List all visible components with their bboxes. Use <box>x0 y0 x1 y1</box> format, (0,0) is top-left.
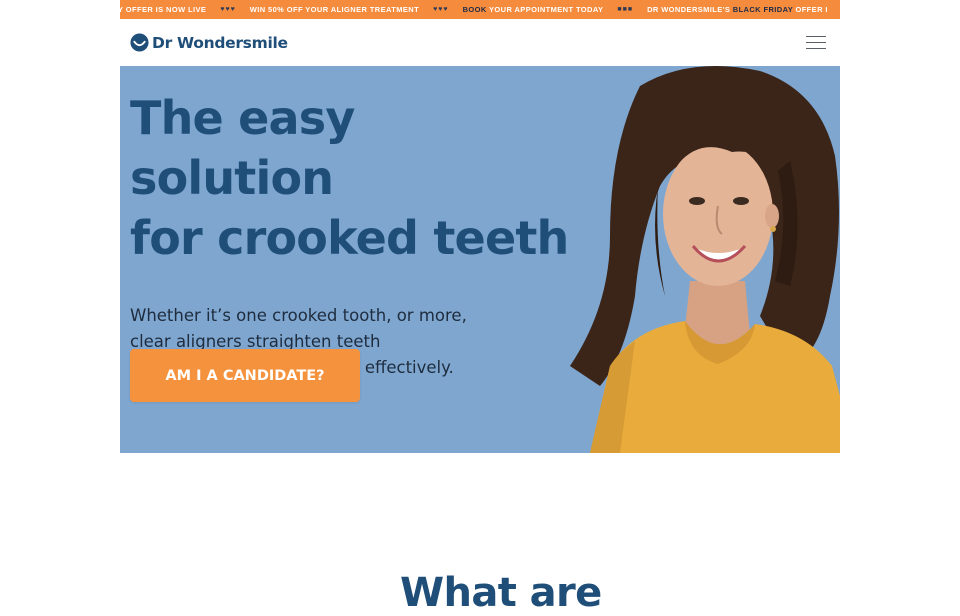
ticker-item: BOOK YOUR APPOINTMENT TODAY <box>462 5 604 14</box>
hero-title: The easy solution for crooked teeth <box>130 88 570 268</box>
hero-copy: The easy solution for crooked teeth Whet… <box>130 88 570 381</box>
section-heading: What are <box>400 570 602 616</box>
ticker-item: WIN 50% OFF YOUR ALIGNER TREATMENT <box>249 5 420 14</box>
hamburger-menu-icon[interactable] <box>806 34 828 52</box>
hero-title-line-1: The easy solution <box>130 91 355 205</box>
ticker-item: Y OFFER IS NOW LIVE <box>120 5 207 14</box>
hero-banner: The easy solution for crooked teeth Whet… <box>120 66 840 453</box>
squares-separator-icon: ■■■ <box>617 6 634 13</box>
brand-name: Dr Wondersmile <box>152 33 288 52</box>
brand-logo[interactable]: Dr Wondersmile <box>130 33 288 52</box>
hearts-separator-icon: ♥♥♥ <box>433 6 449 13</box>
ticker-item: DR WONDERSMILE'S BLACK FRIDAY OFFER I <box>647 5 828 14</box>
smile-logo-icon <box>130 33 149 52</box>
ticker-track: Y OFFER IS NOW LIVE ♥♥♥ WIN 50% OFF YOUR… <box>120 5 840 14</box>
hero-title-line-2: for crooked teeth <box>130 211 569 265</box>
page: Y OFFER IS NOW LIVE ♥♥♥ WIN 50% OFF YOUR… <box>120 0 840 453</box>
site-header: Dr Wondersmile <box>120 19 840 66</box>
am-i-a-candidate-button[interactable]: AM I A CANDIDATE? <box>130 349 360 402</box>
promo-ticker[interactable]: Y OFFER IS NOW LIVE ♥♥♥ WIN 50% OFF YOUR… <box>120 0 840 19</box>
hearts-separator-icon: ♥♥♥ <box>220 6 236 13</box>
